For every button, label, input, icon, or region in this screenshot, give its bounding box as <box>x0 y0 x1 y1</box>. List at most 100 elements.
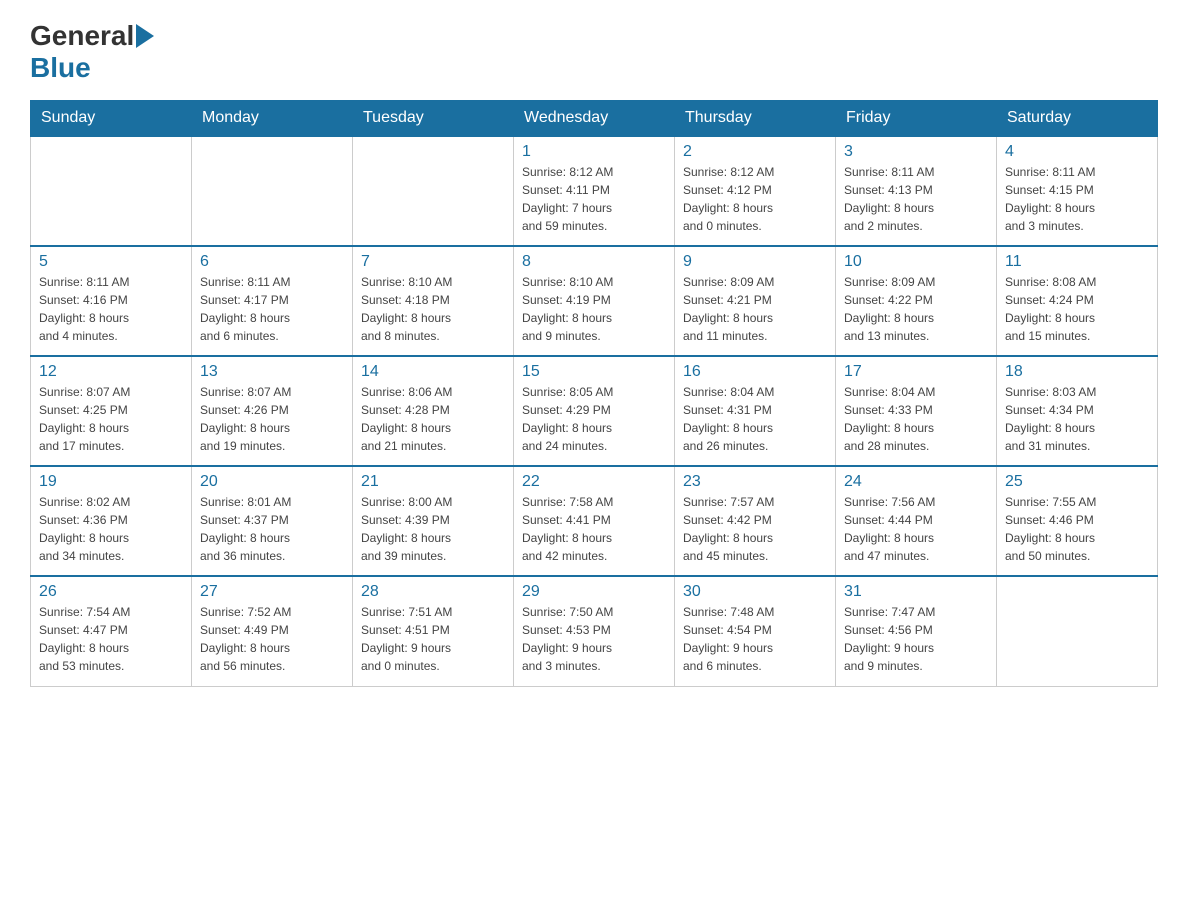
logo-general-text: General <box>30 20 134 52</box>
day-number: 21 <box>361 473 505 491</box>
day-number: 24 <box>844 473 988 491</box>
calendar-cell: 26 Sunrise: 7:54 AM Sunset: 4:47 PM Dayli… <box>31 576 192 686</box>
calendar-cell: 23 Sunrise: 7:57 AM Sunset: 4:42 PM Dayli… <box>675 466 836 576</box>
calendar-cell: 27 Sunrise: 7:52 AM Sunset: 4:49 PM Dayli… <box>192 576 353 686</box>
day-number: 8 <box>522 253 666 271</box>
col-header-thursday: Thursday <box>675 101 836 137</box>
calendar-cell: 11 Sunrise: 8:08 AM Sunset: 4:24 PM Dayli… <box>997 246 1158 356</box>
day-number: 18 <box>1005 363 1149 381</box>
day-info: Sunrise: 7:48 AM Sunset: 4:54 PM Dayligh… <box>683 603 827 675</box>
col-header-saturday: Saturday <box>997 101 1158 137</box>
day-info: Sunrise: 8:09 AM Sunset: 4:21 PM Dayligh… <box>683 273 827 345</box>
day-number: 26 <box>39 583 183 601</box>
calendar-cell: 12Sunrise: 8:07 AM Sunset: 4:25 PM Dayli… <box>31 356 192 466</box>
calendar-cell: 25 Sunrise: 7:55 AM Sunset: 4:46 PM Dayli… <box>997 466 1158 576</box>
calendar-cell <box>353 136 514 246</box>
day-number: 25 <box>1005 473 1149 491</box>
day-number: 16 <box>683 363 827 381</box>
calendar-cell: 20 Sunrise: 8:01 AM Sunset: 4:37 PM Dayli… <box>192 466 353 576</box>
day-number: 29 <box>522 583 666 601</box>
day-info: Sunrise: 8:09 AM Sunset: 4:22 PM Dayligh… <box>844 273 988 345</box>
day-number: 4 <box>1005 143 1149 161</box>
day-number: 31 <box>844 583 988 601</box>
calendar-cell: 22 Sunrise: 7:58 AM Sunset: 4:41 PM Dayli… <box>514 466 675 576</box>
day-info: Sunrise: 8:10 AM Sunset: 4:19 PM Dayligh… <box>522 273 666 345</box>
day-info: Sunrise: 7:52 AM Sunset: 4:49 PM Dayligh… <box>200 603 344 675</box>
day-info: Sunrise: 8:01 AM Sunset: 4:37 PM Dayligh… <box>200 493 344 565</box>
day-number: 3 <box>844 143 988 161</box>
calendar-cell: 18Sunrise: 8:03 AM Sunset: 4:34 PM Dayli… <box>997 356 1158 466</box>
day-number: 9 <box>683 253 827 271</box>
day-info: Sunrise: 8:00 AM Sunset: 4:39 PM Dayligh… <box>361 493 505 565</box>
day-info: Sunrise: 7:51 AM Sunset: 4:51 PM Dayligh… <box>361 603 505 675</box>
day-number: 11 <box>1005 253 1149 271</box>
calendar-cell: 14 Sunrise: 8:06 AM Sunset: 4:28 PM Dayli… <box>353 356 514 466</box>
logo-arrow-icon <box>136 24 154 48</box>
week-row-1: 1Sunrise: 8:12 AM Sunset: 4:11 PM Daylig… <box>31 136 1158 246</box>
day-info: Sunrise: 8:08 AM Sunset: 4:24 PM Dayligh… <box>1005 273 1149 345</box>
day-info: Sunrise: 8:05 AM Sunset: 4:29 PM Dayligh… <box>522 383 666 455</box>
calendar-cell: 10 Sunrise: 8:09 AM Sunset: 4:22 PM Dayli… <box>836 246 997 356</box>
day-number: 14 <box>361 363 505 381</box>
day-number: 17 <box>844 363 988 381</box>
calendar-cell <box>31 136 192 246</box>
day-number: 20 <box>200 473 344 491</box>
calendar-cell: 30 Sunrise: 7:48 AM Sunset: 4:54 PM Dayli… <box>675 576 836 686</box>
day-info: Sunrise: 7:55 AM Sunset: 4:46 PM Dayligh… <box>1005 493 1149 565</box>
calendar-cell: 1Sunrise: 8:12 AM Sunset: 4:11 PM Daylig… <box>514 136 675 246</box>
day-number: 23 <box>683 473 827 491</box>
calendar-cell: 4 Sunrise: 8:11 AM Sunset: 4:15 PM Daylig… <box>997 136 1158 246</box>
day-number: 28 <box>361 583 505 601</box>
day-info: Sunrise: 7:50 AM Sunset: 4:53 PM Dayligh… <box>522 603 666 675</box>
calendar-cell: 19 Sunrise: 8:02 AM Sunset: 4:36 PM Dayli… <box>31 466 192 576</box>
calendar-cell: 28 Sunrise: 7:51 AM Sunset: 4:51 PM Dayli… <box>353 576 514 686</box>
day-number: 5 <box>39 253 183 271</box>
calendar-cell <box>997 576 1158 686</box>
day-info: Sunrise: 8:10 AM Sunset: 4:18 PM Dayligh… <box>361 273 505 345</box>
day-info: Sunrise: 8:11 AM Sunset: 4:16 PM Dayligh… <box>39 273 183 345</box>
calendar-cell: 24 Sunrise: 7:56 AM Sunset: 4:44 PM Dayli… <box>836 466 997 576</box>
day-info: Sunrise: 8:06 AM Sunset: 4:28 PM Dayligh… <box>361 383 505 455</box>
day-info: Sunrise: 7:58 AM Sunset: 4:41 PM Dayligh… <box>522 493 666 565</box>
day-info: Sunrise: 7:56 AM Sunset: 4:44 PM Dayligh… <box>844 493 988 565</box>
day-info: Sunrise: 8:11 AM Sunset: 4:13 PM Dayligh… <box>844 163 988 235</box>
week-row-2: 5 Sunrise: 8:11 AM Sunset: 4:16 PM Daylig… <box>31 246 1158 356</box>
day-number: 12 <box>39 363 183 381</box>
day-number: 19 <box>39 473 183 491</box>
day-info: Sunrise: 7:47 AM Sunset: 4:56 PM Dayligh… <box>844 603 988 675</box>
day-info: Sunrise: 8:02 AM Sunset: 4:36 PM Dayligh… <box>39 493 183 565</box>
calendar-cell: 15 Sunrise: 8:05 AM Sunset: 4:29 PM Dayli… <box>514 356 675 466</box>
calendar-cell: 8 Sunrise: 8:10 AM Sunset: 4:19 PM Daylig… <box>514 246 675 356</box>
day-number: 2 <box>683 143 827 161</box>
calendar-cell: 5 Sunrise: 8:11 AM Sunset: 4:16 PM Daylig… <box>31 246 192 356</box>
calendar-cell: 9 Sunrise: 8:09 AM Sunset: 4:21 PM Daylig… <box>675 246 836 356</box>
page-header: General Blue <box>30 20 1158 84</box>
calendar-header-row: SundayMondayTuesdayWednesdayThursdayFrid… <box>31 101 1158 137</box>
calendar-cell: 21 Sunrise: 8:00 AM Sunset: 4:39 PM Dayli… <box>353 466 514 576</box>
calendar-cell: 7 Sunrise: 8:10 AM Sunset: 4:18 PM Daylig… <box>353 246 514 356</box>
day-info: Sunrise: 8:11 AM Sunset: 4:15 PM Dayligh… <box>1005 163 1149 235</box>
calendar-cell: 31 Sunrise: 7:47 AM Sunset: 4:56 PM Dayli… <box>836 576 997 686</box>
day-number: 30 <box>683 583 827 601</box>
calendar-table: SundayMondayTuesdayWednesdayThursdayFrid… <box>30 100 1158 687</box>
day-info: Sunrise: 8:04 AM Sunset: 4:31 PM Dayligh… <box>683 383 827 455</box>
week-row-3: 12Sunrise: 8:07 AM Sunset: 4:25 PM Dayli… <box>31 356 1158 466</box>
day-number: 1 <box>522 143 666 161</box>
day-number: 15 <box>522 363 666 381</box>
calendar-cell: 16 Sunrise: 8:04 AM Sunset: 4:31 PM Dayli… <box>675 356 836 466</box>
day-number: 22 <box>522 473 666 491</box>
day-number: 27 <box>200 583 344 601</box>
day-number: 10 <box>844 253 988 271</box>
day-info: Sunrise: 8:07 AM Sunset: 4:26 PM Dayligh… <box>200 383 344 455</box>
day-number: 7 <box>361 253 505 271</box>
week-row-4: 19 Sunrise: 8:02 AM Sunset: 4:36 PM Dayli… <box>31 466 1158 576</box>
calendar-cell: 13Sunrise: 8:07 AM Sunset: 4:26 PM Dayli… <box>192 356 353 466</box>
calendar-cell: 6Sunrise: 8:11 AM Sunset: 4:17 PM Daylig… <box>192 246 353 356</box>
col-header-friday: Friday <box>836 101 997 137</box>
day-info: Sunrise: 7:54 AM Sunset: 4:47 PM Dayligh… <box>39 603 183 675</box>
calendar-cell: 2Sunrise: 8:12 AM Sunset: 4:12 PM Daylig… <box>675 136 836 246</box>
day-info: Sunrise: 7:57 AM Sunset: 4:42 PM Dayligh… <box>683 493 827 565</box>
day-info: Sunrise: 8:11 AM Sunset: 4:17 PM Dayligh… <box>200 273 344 345</box>
calendar-cell <box>192 136 353 246</box>
calendar-cell: 3 Sunrise: 8:11 AM Sunset: 4:13 PM Daylig… <box>836 136 997 246</box>
